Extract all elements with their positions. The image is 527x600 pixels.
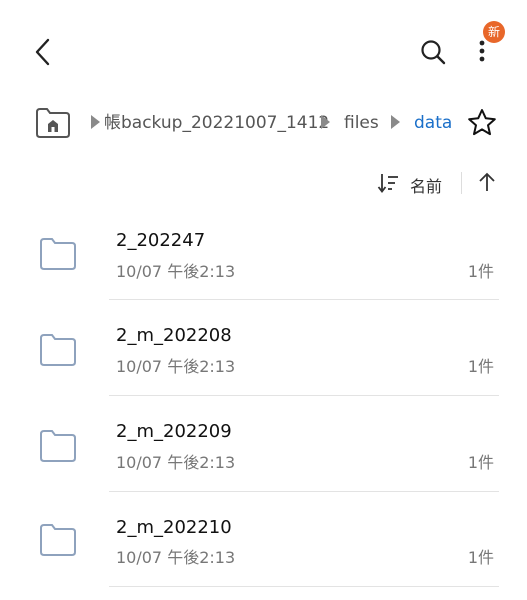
sort-icon[interactable] [377,172,401,194]
folder-date: 10/07 午後2:13 [116,357,236,376]
folder-icon [40,334,76,366]
folder-name: 2_202247 [116,230,206,251]
favorite-button[interactable] [466,107,498,139]
list-item[interactable]: 2_m_202208 10/07 午後2:13 1件 [0,300,527,396]
chevron-left-icon [35,38,50,66]
sort-direction-button[interactable] [476,170,498,194]
breadcrumb-item-files[interactable]: files [344,113,379,133]
list-item[interactable]: 2_202247 10/07 午後2:13 1件 [0,204,527,300]
folder-item-count: 1件 [467,262,494,281]
folder-name: 2_m_202209 [116,421,232,442]
breadcrumb-separator-icon [91,115,100,129]
sort-divider [461,172,462,194]
home-folder-icon [36,108,70,138]
folder-item-count: 1件 [467,548,494,567]
breadcrumb-item-data[interactable]: data [414,113,452,133]
back-button[interactable] [24,30,64,74]
breadcrumb-separator-icon [321,115,330,129]
folder-date: 10/07 午後2:13 [116,262,236,281]
folder-name: 2_m_202208 [116,325,232,346]
folder-name: 2_m_202210 [116,517,232,538]
arrow-up-icon [479,172,495,191]
sort-by-label[interactable]: 名前 [410,173,442,197]
folder-icon [40,524,76,556]
home-folder-button[interactable] [34,106,72,140]
search-button[interactable] [414,30,454,74]
folder-icon [40,238,76,270]
folder-item-count: 1件 [467,453,494,472]
star-icon [468,109,496,136]
row-divider [109,586,499,587]
folder-item-count: 1件 [467,357,494,376]
new-badge: 新 [483,21,505,43]
folder-date: 10/07 午後2:13 [116,548,236,567]
folder-icon [40,430,76,462]
breadcrumb-separator-icon [391,115,400,129]
breadcrumb-item-backup[interactable]: 帳backup_20221007_1412 [104,113,329,133]
list-item[interactable]: 2_m_202209 10/07 午後2:13 1件 [0,396,527,492]
list-item[interactable]: 2_m_202210 10/07 午後2:13 1件 [0,492,527,588]
folder-date: 10/07 午後2:13 [116,453,236,472]
search-icon [421,40,446,65]
